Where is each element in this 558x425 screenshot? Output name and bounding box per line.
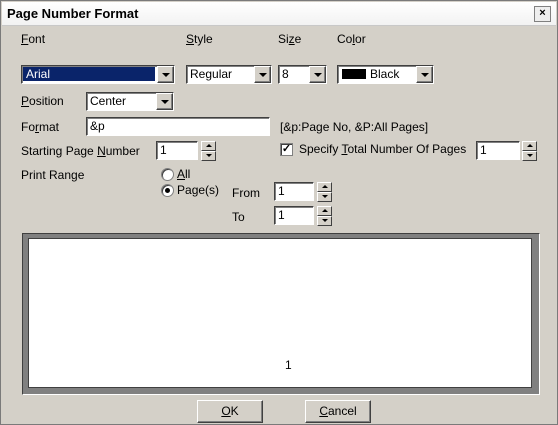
total-pages-input[interactable]: 1 [476, 141, 520, 160]
color-dropdown-arrow-icon[interactable] [416, 66, 433, 83]
spin-up-icon[interactable] [317, 182, 332, 192]
title-bar: Page Number Format × [2, 2, 556, 26]
font-select[interactable]: Arial [21, 65, 175, 84]
preview-frame: 1 [22, 233, 540, 395]
ok-button[interactable]: OK [197, 400, 263, 423]
total-pages-label: Specify Total Number Of Pages [299, 142, 467, 156]
position-dropdown-arrow-icon[interactable] [156, 93, 173, 110]
starting-page-input[interactable]: 1 [156, 141, 198, 160]
spin-up-icon[interactable] [522, 141, 537, 151]
position-select[interactable]: Center [86, 92, 174, 111]
font-select-value: Arial [23, 67, 155, 81]
cancel-button[interactable]: Cancel [305, 400, 371, 423]
style-label: Style [186, 32, 213, 46]
to-value: 1 [278, 208, 285, 222]
total-pages-spinner[interactable] [522, 141, 537, 161]
color-select-value: Black [370, 67, 400, 81]
spin-down-icon[interactable] [201, 151, 216, 161]
size-dropdown-arrow-icon[interactable] [309, 66, 326, 83]
starting-page-label: Starting Page Number [21, 144, 140, 158]
from-label: From [232, 186, 260, 200]
spin-down-icon[interactable] [317, 216, 332, 226]
to-input[interactable]: 1 [274, 206, 314, 225]
pages-radio[interactable] [161, 184, 174, 197]
position-select-value: Center [90, 94, 127, 108]
page-preview: 1 [28, 238, 532, 388]
color-swatch [342, 69, 366, 79]
from-spinner[interactable] [317, 182, 332, 202]
to-spinner[interactable] [317, 206, 332, 226]
style-select[interactable]: Regular [186, 65, 272, 84]
pages-label: Page(s) [177, 183, 220, 197]
color-label: Color [337, 32, 366, 46]
format-hint: [&p:Page No, &P:All Pages] [280, 120, 429, 134]
all-pages-radio[interactable] [161, 168, 174, 181]
format-label: Format [21, 120, 60, 134]
from-input[interactable]: 1 [274, 182, 314, 201]
spin-down-icon[interactable] [522, 151, 537, 161]
style-dropdown-arrow-icon[interactable] [254, 66, 271, 83]
spin-up-icon[interactable] [201, 141, 216, 151]
starting-page-value: 1 [160, 143, 167, 157]
preview-page-number: 1 [285, 358, 292, 372]
size-label: Size [278, 32, 302, 46]
spin-up-icon[interactable] [317, 206, 332, 216]
spin-down-icon[interactable] [317, 192, 332, 202]
all-pages-label: All [177, 167, 191, 181]
from-value: 1 [278, 184, 285, 198]
dialog-title: Page Number Format [7, 6, 139, 21]
format-input-value: &p [90, 119, 105, 133]
total-pages-checkbox[interactable]: ✓ [280, 143, 293, 156]
font-label: Font [21, 32, 46, 46]
total-pages-value: 1 [480, 143, 487, 157]
size-select[interactable]: 8 [278, 65, 327, 84]
position-label: Position [21, 94, 64, 108]
color-select[interactable]: Black [337, 65, 434, 84]
format-input[interactable]: &p [86, 117, 270, 136]
style-select-value: Regular [190, 67, 233, 81]
print-range-label: Print Range [21, 168, 85, 182]
to-label: To [232, 210, 245, 224]
size-select-value: 8 [282, 67, 289, 81]
page-number-format-dialog: Page Number Format × Font Arial Style Re… [0, 0, 558, 425]
close-button[interactable]: × [534, 6, 551, 22]
starting-page-spinner[interactable] [201, 141, 216, 161]
font-dropdown-arrow-icon[interactable] [157, 66, 174, 83]
